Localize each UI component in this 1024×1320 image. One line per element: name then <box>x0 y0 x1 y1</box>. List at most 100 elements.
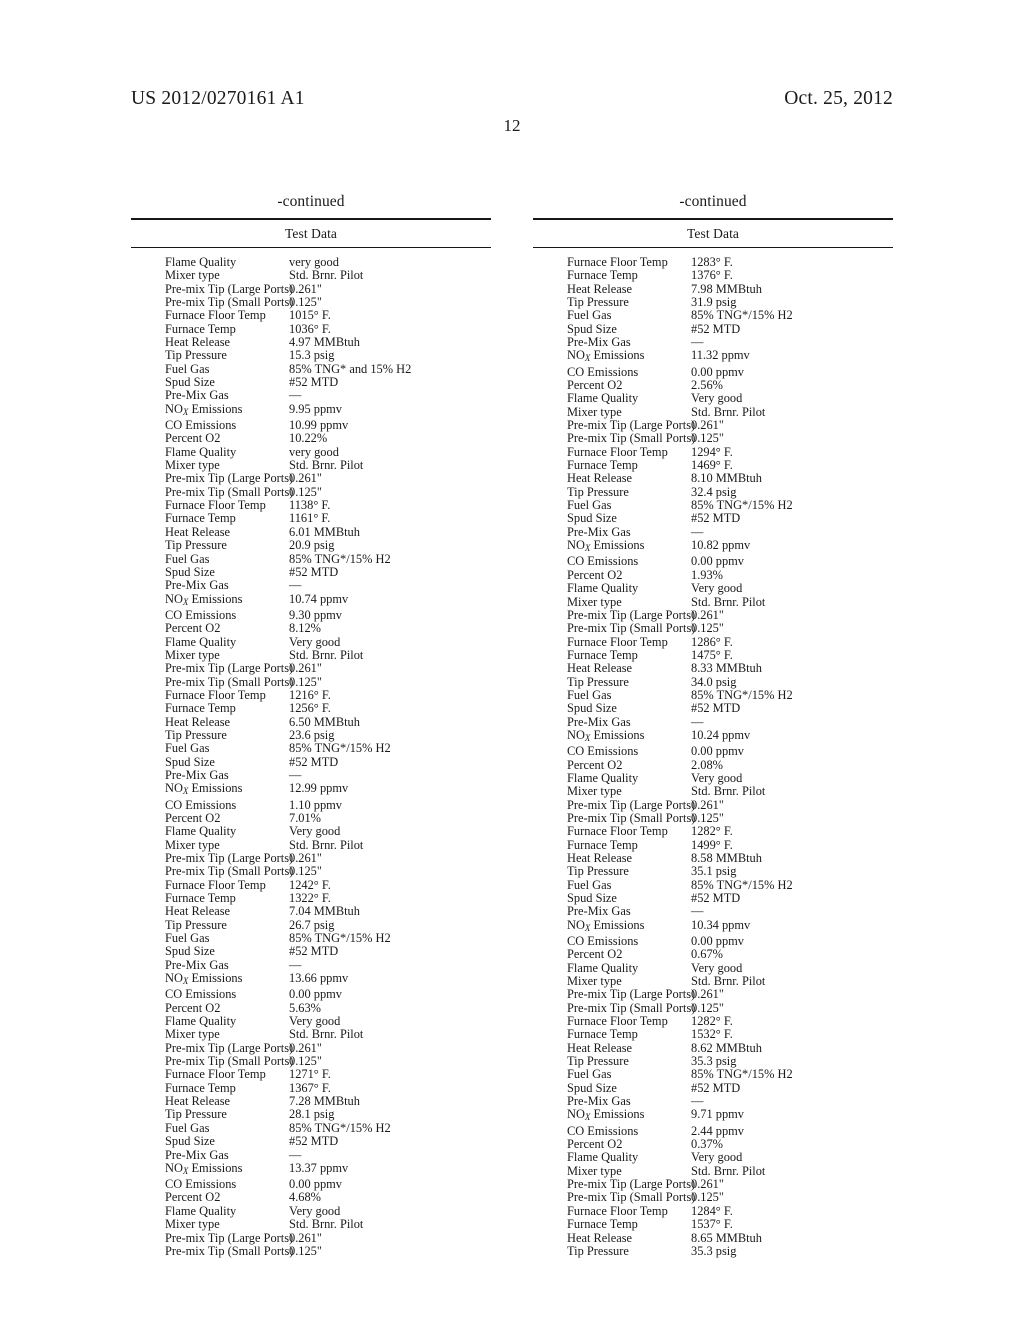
row-value: 0.125" <box>289 864 322 879</box>
table-row: Percent O2 1.93% <box>533 567 893 582</box>
row-value: 4.68% <box>289 1190 322 1205</box>
table-row: Heat Release 8.65 MMBtuh <box>533 1231 893 1245</box>
row-value: 0.261" <box>289 1040 322 1055</box>
table-row: Percent O2 0.67% <box>533 947 893 962</box>
row-value: 2.08% <box>691 757 724 772</box>
row-label: Mixer type <box>567 784 622 799</box>
table-row: Furnace Temp 1322° F. <box>131 891 491 905</box>
table-row: Pre-Mix Gas — <box>131 767 491 782</box>
row-label: Furnace Floor Temp <box>165 687 266 702</box>
row-label: Mixer type <box>567 404 622 419</box>
row-value: Very good <box>289 1014 341 1029</box>
table-row: Tip Pressure 31.9 psig <box>533 295 893 310</box>
table-row: Pre-mix Tip (Large Ports) 0.261" <box>533 1177 893 1192</box>
table-row: Percent O2 4.68% <box>131 1190 491 1205</box>
table-row: Mixer type Std. Brnr. Pilot <box>533 784 893 799</box>
table-row: Pre-mix Tip (Large Ports) 0.261" <box>131 661 491 675</box>
table-row: Heat Release 7.98 MMBtuh <box>533 282 893 296</box>
row-value: 7.01% <box>289 810 322 825</box>
row-label: Pre-mix Tip (Large Ports) <box>567 987 696 1002</box>
table-row: Pre-mix Tip (Large Ports) 0.261" <box>131 851 491 865</box>
row-value: 1.93% <box>691 567 724 582</box>
row-label: Percent O2 <box>165 810 221 825</box>
row-label: Spud Size <box>567 891 617 906</box>
row-label: Percent O2 <box>165 621 221 636</box>
table-row: Furnace Temp 1256° F. <box>131 701 491 716</box>
table-row: Pre-Mix Gas — <box>131 578 491 593</box>
table-row: Spud Size #52 MTD <box>533 891 893 906</box>
page-header: US 2012/0270161 A1 Oct. 25, 2012 <box>131 88 893 114</box>
row-label: Heat Release <box>567 850 633 865</box>
row-label: Mixer type <box>567 974 622 989</box>
row-label: Heat Release <box>567 661 633 676</box>
row-label: Spud Size <box>165 564 215 579</box>
row-label: CO Emissions <box>165 418 237 433</box>
row-label: Flame Quality <box>165 444 237 459</box>
row-label: Furnace Floor Temp <box>567 634 668 649</box>
row-label: Pre-mix Tip (Large Ports) <box>567 418 696 433</box>
row-value: 1.10 ppmv <box>289 797 343 812</box>
table-row: Pre-mix Tip (Small Ports) 0.125" <box>131 864 491 879</box>
row-value: 1256° F. <box>289 701 331 716</box>
row-value: 85% TNG*/15% H2 <box>691 877 793 892</box>
row-label: Spud Size <box>165 754 215 769</box>
row-value: 0.00 ppmv <box>691 364 745 379</box>
row-label: NOX Emissions <box>567 917 645 933</box>
row-value: 85% TNG*/15% H2 <box>691 687 793 702</box>
row-value: 1282° F. <box>691 1014 733 1029</box>
row-label: Pre-Mix Gas <box>165 767 229 782</box>
row-label: Pre-mix Tip (Large Ports) <box>567 1177 696 1192</box>
row-label: Percent O2 <box>567 378 623 393</box>
table-row: Flame Quality Very good <box>533 961 893 975</box>
row-label: Spud Size <box>567 701 617 716</box>
table-row: Mixer type Std. Brnr. Pilot <box>131 458 491 472</box>
row-label: Pre-Mix Gas <box>165 957 229 972</box>
row-label: Percent O2 <box>165 1000 221 1015</box>
table-row: Percent O2 0.37% <box>533 1137 893 1151</box>
row-value: 35.1 psig <box>691 864 737 879</box>
table-row: Percent O2 8.12% <box>131 621 491 636</box>
row-label: Fuel Gas <box>567 308 612 323</box>
table-row: Percent O2 2.56% <box>533 378 893 393</box>
row-value: Very good <box>691 391 743 406</box>
row-value: 31.9 psig <box>691 295 737 310</box>
row-value: Std. Brnr. Pilot <box>691 784 766 799</box>
row-value: 0.00 ppmv <box>691 744 745 759</box>
row-label: CO Emissions <box>567 554 639 569</box>
row-label: Pre-mix Tip (Small Ports) <box>567 810 696 825</box>
row-value: 0.125" <box>691 431 724 446</box>
table-row: Heat Release 8.58 MMBtuh <box>533 850 893 865</box>
row-value: — <box>289 388 301 403</box>
row-value: 85% TNG*/15% H2 <box>691 308 793 323</box>
table-row: Spud Size #52 MTD <box>131 375 491 390</box>
row-label: Flame Quality <box>567 1150 639 1165</box>
row-value: 10.22% <box>289 431 328 446</box>
table-row: Spud Size #52 MTD <box>131 1134 491 1148</box>
row-label: Spud Size <box>567 1080 617 1095</box>
row-value: 34.0 psig <box>691 674 737 689</box>
row-value: 0.00 ppmv <box>691 554 745 569</box>
table-row: Flame Quality Very good <box>533 391 893 406</box>
row-label: Fuel Gas <box>567 498 612 513</box>
row-value: 20.9 psig <box>289 538 335 553</box>
row-label: Pre-mix Tip (Large Ports) <box>567 607 696 622</box>
row-value: #52 MTD <box>289 375 339 390</box>
row-value: 35.3 psig <box>691 1054 737 1069</box>
row-value: 32.4 psig <box>691 484 737 499</box>
table-row: Spud Size #52 MTD <box>533 322 893 336</box>
table-row: Heat Release 7.28 MMBtuh <box>131 1094 491 1108</box>
row-value: Very good <box>691 770 743 785</box>
table-row: Heat Release 4.97 MMBtuh <box>131 335 491 349</box>
table-row: Furnace Temp 1499° F. <box>533 838 893 852</box>
row-label: Pre-Mix Gas <box>165 578 229 593</box>
table-row: Furnace Floor Temp 1284° F. <box>533 1204 893 1218</box>
row-value: 85% TNG*/15% H2 <box>289 741 391 756</box>
row-value: 0.67% <box>691 947 724 962</box>
row-value: 85% TNG*/15% H2 <box>289 1120 391 1135</box>
table-row: Mixer type Std. Brnr. Pilot <box>533 1164 893 1178</box>
table-row: NOX Emissions 10.82 ppmv <box>533 538 893 555</box>
row-value: — <box>691 904 703 919</box>
row-value: 1286° F. <box>691 634 733 649</box>
row-label: NOX Emissions <box>567 1107 645 1123</box>
row-value: #52 MTD <box>289 944 339 959</box>
